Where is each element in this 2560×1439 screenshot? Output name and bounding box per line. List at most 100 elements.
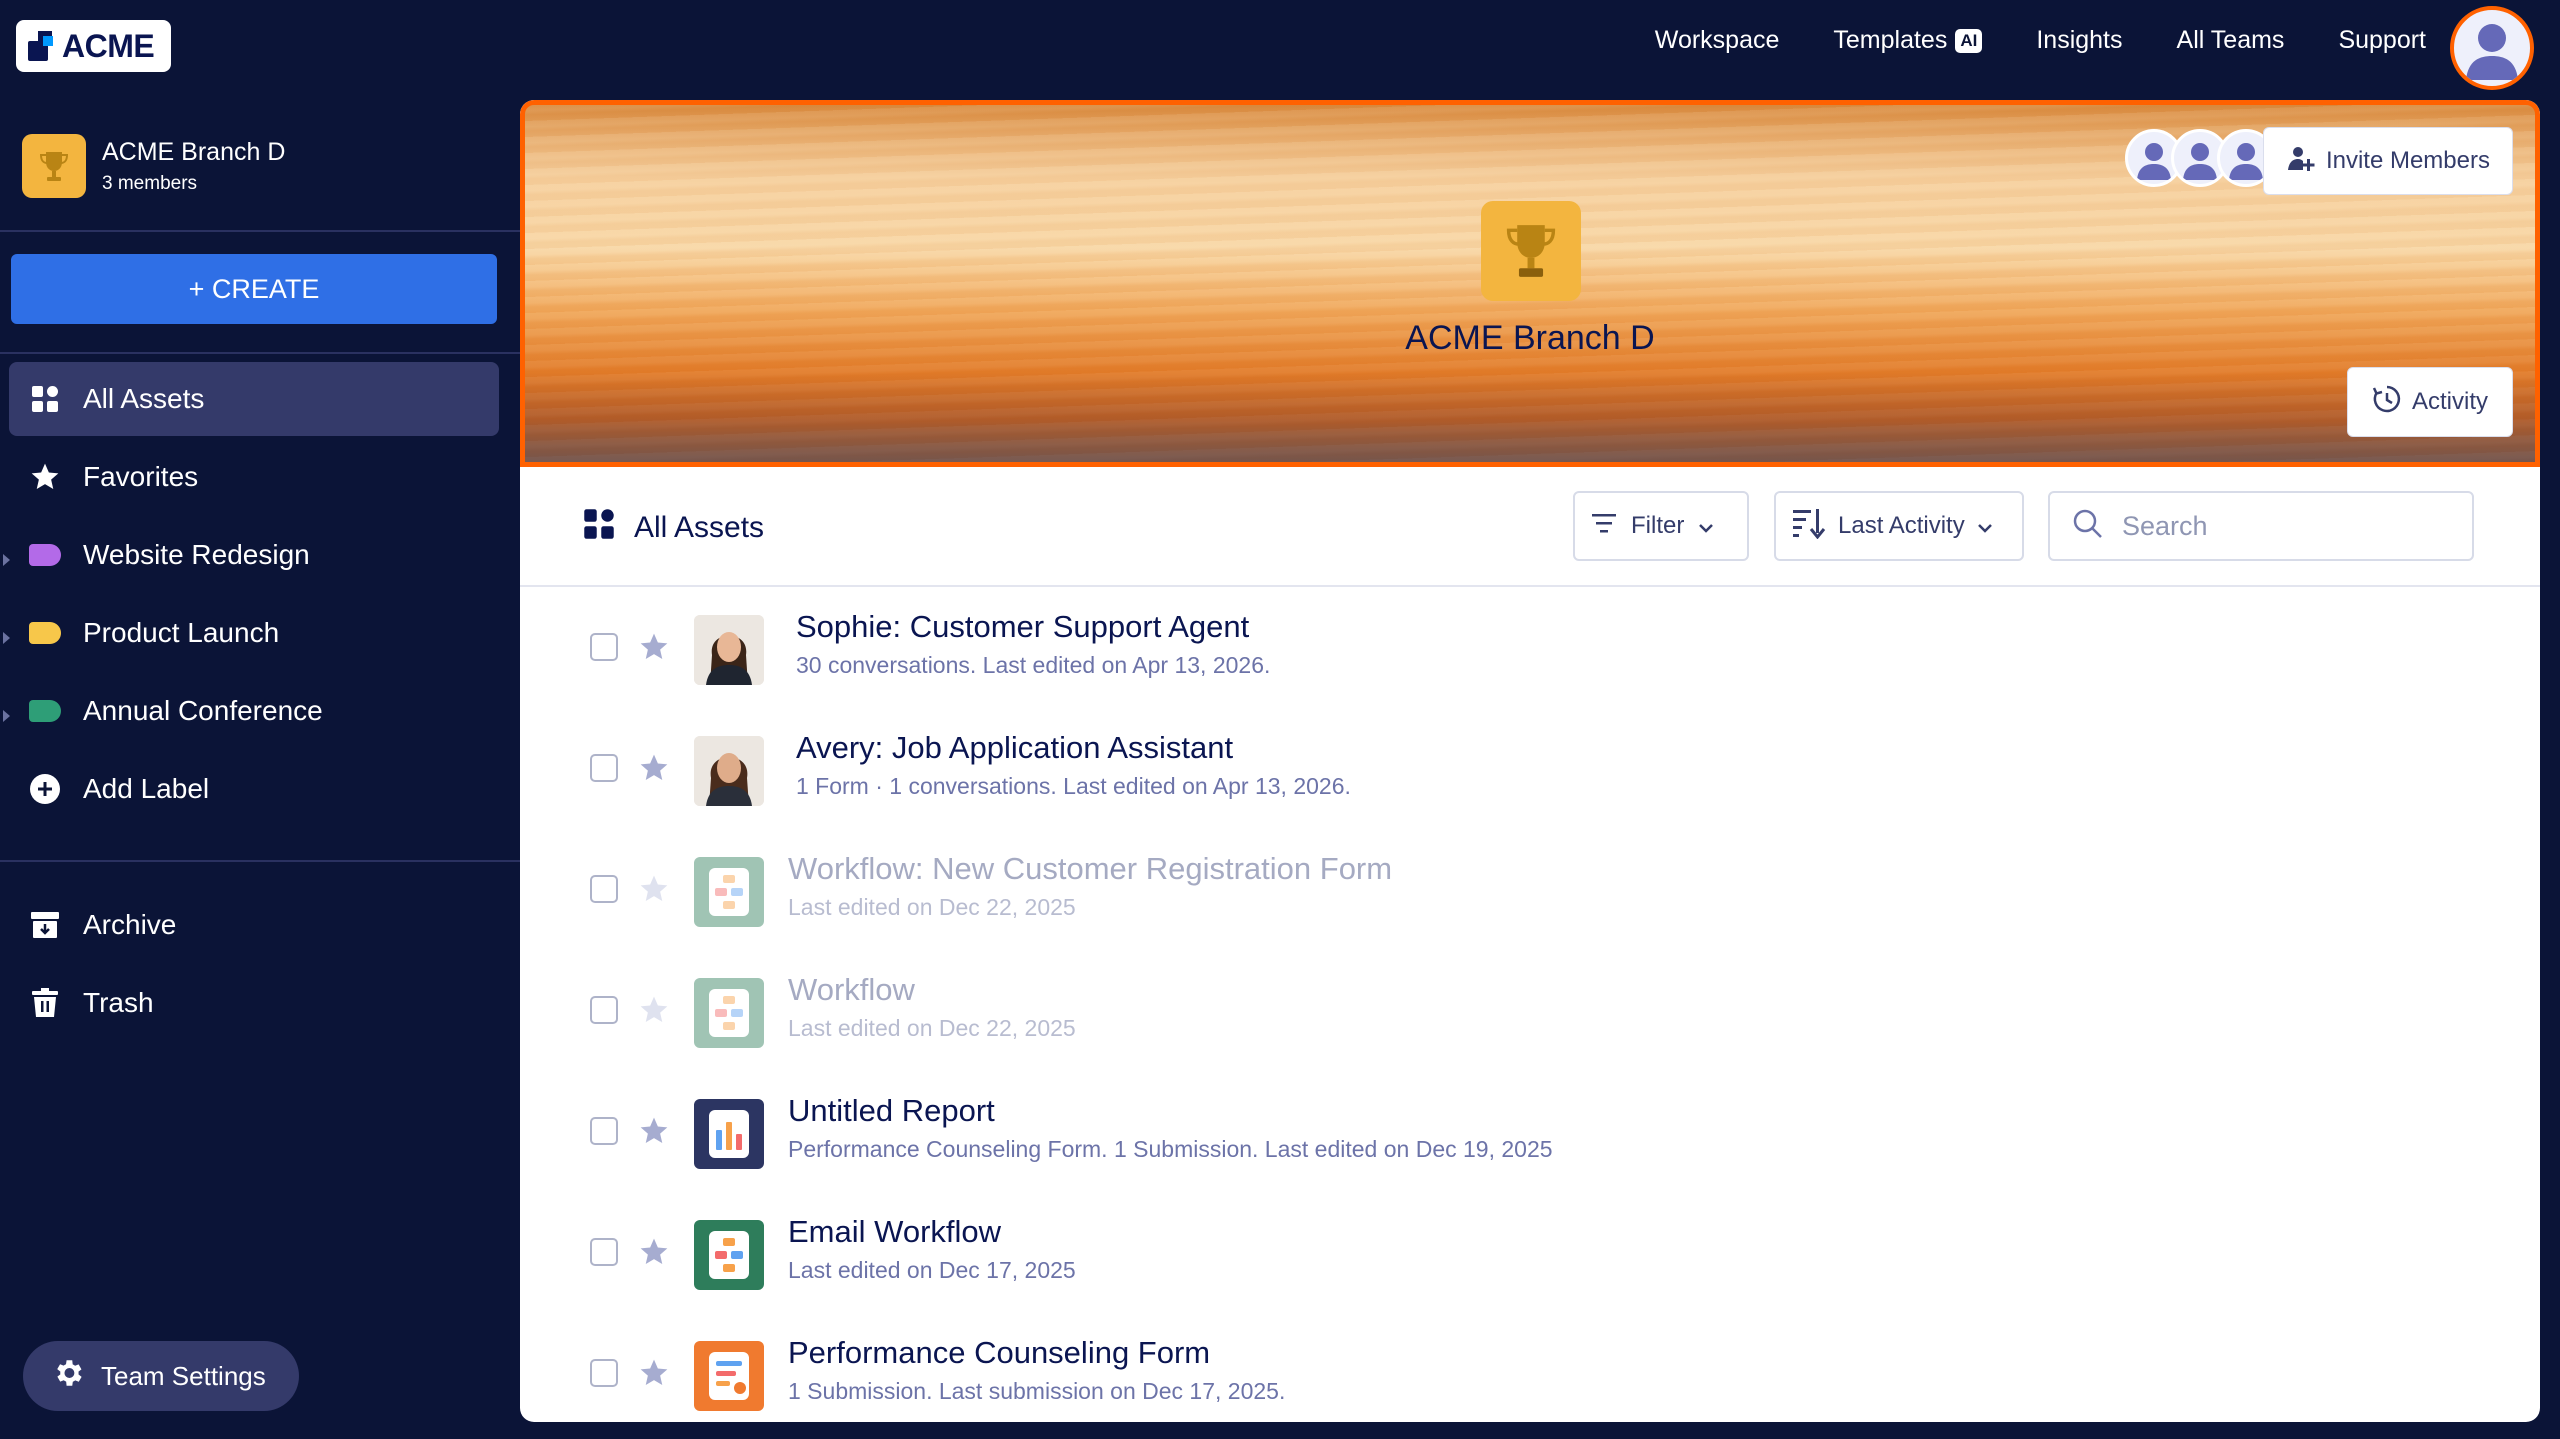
nav-templates-label: Templates — [1833, 26, 1948, 54]
search-input[interactable] — [2122, 510, 2442, 542]
trophy-icon — [22, 134, 86, 198]
favorite-star-icon[interactable] — [638, 873, 670, 905]
star-icon — [29, 461, 61, 493]
row-checkbox[interactable] — [590, 1117, 618, 1145]
row-checkbox[interactable] — [590, 996, 618, 1024]
sidebar-item-label: Website Redesign — [83, 539, 310, 570]
sidebar-item-annual-conference[interactable]: Annual Conference — [9, 674, 499, 748]
nav-insights[interactable]: Insights — [2036, 26, 2122, 55]
favorite-star-icon[interactable] — [638, 631, 670, 663]
trash-icon — [29, 987, 61, 1019]
grid-icon — [582, 507, 616, 549]
asset-subtitle: Last edited on Dec 22, 2025 — [788, 894, 1076, 920]
asset-title[interactable]: Untitled Report — [788, 1093, 995, 1129]
favorite-star-icon[interactable] — [638, 1236, 670, 1268]
label-tag-icon — [29, 695, 61, 727]
favorite-star-icon[interactable] — [638, 1115, 670, 1147]
archive-icon — [29, 909, 61, 941]
asset-row[interactable]: Workflow Last edited on Dec 22, 2025 — [520, 950, 2540, 1071]
form-icon — [694, 1341, 764, 1411]
asset-row[interactable]: Workflow: New Customer Registration Form… — [520, 829, 2540, 950]
sidebar-item-label: Archive — [83, 909, 177, 940]
sort-label: Last Activity — [1838, 512, 1965, 539]
sidebar-item-label: Annual Conference — [83, 695, 323, 726]
filter-icon — [1591, 512, 1617, 541]
asset-title[interactable]: Email Workflow — [788, 1214, 1001, 1250]
sort-dropdown[interactable]: Last Activity — [1774, 491, 2024, 561]
nav-templates[interactable]: Templates AI — [1833, 26, 1983, 55]
user-silhouette-icon — [2466, 24, 2518, 80]
asset-title[interactable]: Workflow — [788, 972, 915, 1008]
favorite-star-icon[interactable] — [638, 1357, 670, 1389]
sort-icon — [1792, 507, 1826, 546]
sidebar-item-archive[interactable]: Archive — [9, 888, 499, 962]
sidebar-item-all-assets[interactable]: All Assets — [9, 362, 499, 436]
ai-badge: AI — [1955, 28, 1983, 53]
asset-title[interactable]: Sophie: Customer Support Agent — [796, 609, 1249, 645]
sidebar-item-label: Favorites — [83, 461, 199, 492]
workflow-icon — [694, 857, 764, 927]
sidebar-item-add-label[interactable]: Add Label — [9, 752, 499, 826]
asset-row[interactable]: Performance Counseling Form 1 Submission… — [520, 1313, 2540, 1422]
sidebar-divider — [0, 230, 520, 232]
invite-members-button[interactable]: Invite Members — [2262, 127, 2513, 195]
asset-row[interactable]: Email Workflow Last edited on Dec 17, 20… — [520, 1192, 2540, 1313]
team-members-count: 3 members — [102, 172, 198, 194]
row-checkbox[interactable] — [590, 633, 618, 661]
label-tag-icon — [29, 617, 61, 649]
top-nav: Workspace Templates AI Insights All Teams… — [1655, 26, 2426, 55]
sidebar-item-website-redesign[interactable]: Website Redesign — [9, 518, 499, 592]
asset-subtitle: Performance Counseling Form. 1 Submissio… — [788, 1136, 1553, 1162]
report-icon — [694, 1099, 764, 1169]
assets-heading: All Assets — [582, 507, 764, 549]
user-avatar[interactable] — [2450, 6, 2534, 90]
agent-avatar — [694, 736, 764, 806]
team-name: ACME Branch D — [102, 137, 286, 166]
asset-subtitle: 30 conversations. Last edited on Apr 13,… — [796, 652, 1271, 678]
nav-workspace[interactable]: Workspace — [1655, 26, 1780, 55]
filter-button[interactable]: Filter — [1573, 491, 1749, 561]
activity-label: Activity — [2411, 388, 2488, 415]
sidebar-item-trash[interactable]: Trash — [9, 966, 499, 1040]
asset-subtitle: Last edited on Dec 22, 2025 — [788, 1015, 1076, 1041]
asset-subtitle: 1 Submission. Last submission on Dec 17,… — [788, 1378, 1286, 1404]
history-icon — [2372, 384, 2402, 421]
team-settings-button[interactable]: Team Settings — [23, 1341, 299, 1411]
row-checkbox[interactable] — [590, 875, 618, 903]
search-box[interactable] — [2048, 491, 2474, 561]
row-checkbox[interactable] — [590, 1238, 618, 1266]
chevron-down-icon — [1698, 512, 1714, 540]
sidebar: ACME Branch D 3 members + CREATE All Ass… — [0, 96, 520, 1439]
favorite-star-icon[interactable] — [638, 994, 670, 1026]
row-checkbox[interactable] — [590, 754, 618, 782]
nav-all-teams[interactable]: All Teams — [2177, 26, 2285, 55]
acme-logo[interactable]: ACME — [16, 20, 171, 72]
asset-row[interactable]: Untitled Report Performance Counseling F… — [520, 1071, 2540, 1192]
sidebar-item-product-launch[interactable]: Product Launch — [9, 596, 499, 670]
plus-circle-icon — [29, 773, 61, 805]
nav-insights-label: Insights — [2036, 26, 2123, 54]
gear-icon — [51, 1356, 85, 1397]
nav-support-label: Support — [2338, 26, 2426, 54]
logo-text: ACME — [62, 27, 155, 64]
asset-title[interactable]: Performance Counseling Form — [788, 1335, 1210, 1371]
asset-row[interactable]: Avery: Job Application Assistant 1 Form … — [520, 708, 2540, 829]
asset-subtitle: 1 Form · 1 conversations. Last edited on… — [796, 773, 1351, 799]
row-checkbox[interactable] — [590, 1359, 618, 1387]
sidebar-item-label: Trash — [83, 987, 154, 1018]
nav-all-teams-label: All Teams — [2176, 26, 2285, 54]
asset-row[interactable]: Sophie: Customer Support Agent 30 conver… — [520, 587, 2540, 708]
create-button[interactable]: + CREATE — [11, 254, 497, 324]
asset-title[interactable]: Workflow: New Customer Registration Form — [788, 851, 1392, 887]
favorite-star-icon[interactable] — [638, 752, 670, 784]
nav-support[interactable]: Support — [2338, 26, 2426, 55]
member-avatars[interactable] — [2125, 129, 2275, 187]
asset-title[interactable]: Avery: Job Application Assistant — [796, 730, 1233, 766]
banner-team-identity: ACME Branch D — [525, 201, 2535, 358]
activity-button[interactable]: Activity — [2346, 367, 2513, 437]
sidebar-item-favorites[interactable]: Favorites — [9, 440, 499, 514]
team-header[interactable]: ACME Branch D 3 members — [22, 134, 285, 198]
team-banner[interactable]: Invite Members ACME Branch D Activity — [520, 100, 2540, 467]
search-icon — [2072, 508, 2104, 545]
agent-avatar — [694, 615, 764, 685]
